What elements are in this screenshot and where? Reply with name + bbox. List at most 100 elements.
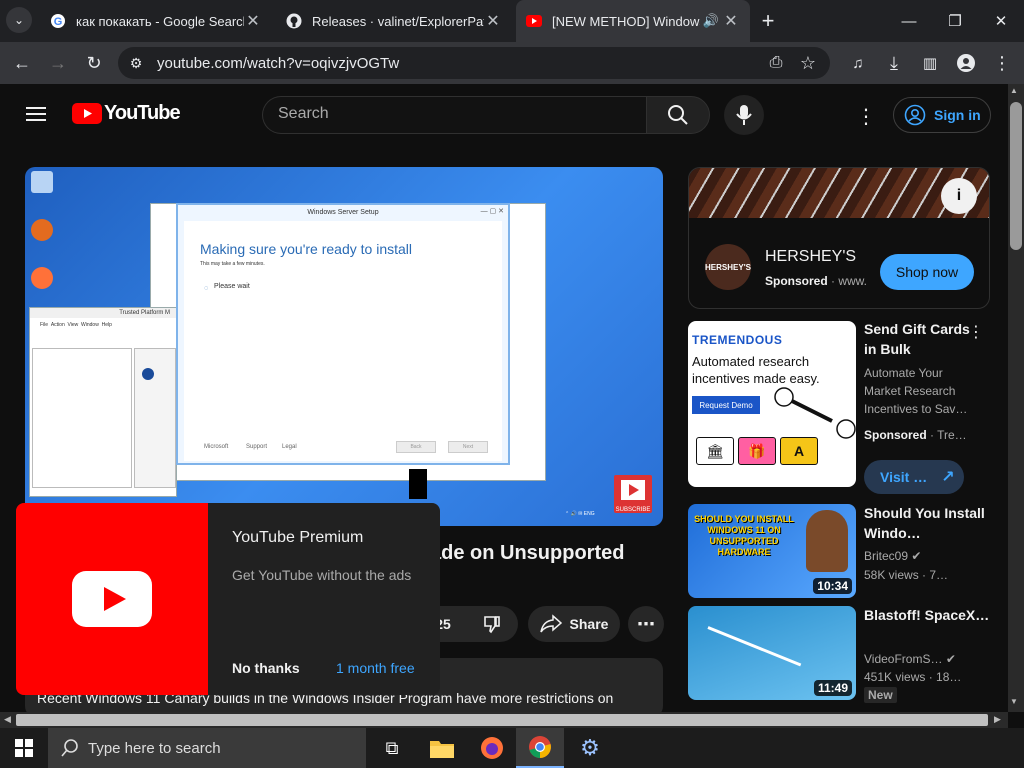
amazon-card-icon: A: [780, 437, 818, 465]
chrome-button-active[interactable]: [516, 728, 564, 768]
scroll-left-arrow-icon[interactable]: ◀: [4, 714, 11, 725]
setup-wait-text: Please wait: [214, 283, 250, 290]
free-trial-button[interactable]: 1 month free: [336, 660, 415, 676]
channel-name[interactable]: VideoFromS… ✔: [864, 650, 956, 668]
tab-google-search[interactable]: G как покакать - Google Search ✕: [40, 6, 272, 36]
tab-github-releases[interactable]: Releases · valinet/ExplorerPatch ✕: [276, 6, 512, 36]
setup-window-controls: — ▢ ✕: [480, 208, 504, 215]
advertiser-name: HERSHEY'S: [765, 248, 857, 265]
black-block: [409, 469, 427, 499]
microphone-icon: [736, 105, 752, 125]
hamburger-menu-icon[interactable]: [24, 102, 48, 126]
more-actions-button[interactable]: ⋯: [628, 606, 664, 642]
hershey-ad-card[interactable]: i HERSHEY'S HERSHEY'S Sponsored · www. S…: [688, 167, 990, 309]
channel-name-text: Britec09: [864, 549, 909, 563]
channel-name[interactable]: Britec09 ✔: [864, 547, 921, 565]
channel-name-text: VideoFromS…: [864, 652, 943, 666]
video-title[interactable]: Blastoff! SpaceX…: [864, 605, 994, 625]
close-tab-icon[interactable]: ✕: [244, 11, 262, 31]
settings-more-icon[interactable]: ⋮: [856, 104, 876, 128]
task-view-button[interactable]: ⧉: [368, 728, 416, 768]
tab-youtube-active[interactable]: [NEW METHOD] Windows I 🔊 ✕: [516, 0, 750, 42]
download-icon[interactable]: ⤓: [880, 49, 908, 77]
setup-footer-legal: Legal: [282, 444, 297, 450]
ad2-title[interactable]: Send Gift Cards in Bulk: [864, 319, 974, 359]
folder-icon: [430, 741, 454, 758]
share-label: Share: [569, 616, 609, 632]
view-count: 58K views: [864, 568, 919, 582]
tab-search-chevron-icon[interactable]: ⌄: [6, 7, 32, 33]
horizontal-scroll-thumb[interactable]: [16, 714, 988, 726]
ad2-menu-icon[interactable]: ⋮: [968, 322, 984, 342]
youtube-logo[interactable]: YouTube: [72, 102, 181, 125]
video-thumbnail[interactable]: 11:49: [688, 606, 856, 700]
svg-text:G: G: [54, 16, 63, 28]
video-duration: 11:49: [813, 680, 852, 696]
site-settings-icon[interactable]: ⚙: [122, 49, 150, 77]
close-tab-icon[interactable]: ✕: [484, 11, 502, 31]
dislike-button[interactable]: [466, 606, 518, 642]
vm-system-tray: ⌃ 🔊 ✉ ENG: [565, 511, 595, 517]
no-thanks-button[interactable]: No thanks: [232, 660, 300, 676]
view-count: 451K views: [864, 670, 926, 684]
recycle-bin-icon: [31, 171, 53, 193]
install-app-icon[interactable]: ⎙: [762, 49, 790, 77]
video-title[interactable]: Should You Install Windo…: [864, 503, 994, 543]
tremendous-ad-thumbnail[interactable]: TREMENDOUS Automated research incentives…: [688, 321, 856, 487]
task-view-icon: ⧉: [385, 737, 399, 758]
youtube-logo-text: YouTube: [104, 102, 181, 124]
spinner-icon: ◌: [204, 285, 209, 292]
search-button[interactable]: [646, 96, 710, 134]
new-tab-plus-icon[interactable]: +: [754, 7, 782, 35]
account-icon: [904, 104, 926, 126]
forward-arrow-icon[interactable]: →: [44, 49, 72, 77]
gear-icon: ⚙: [580, 735, 600, 760]
scroll-right-arrow-icon[interactable]: ▶: [994, 714, 1001, 725]
shop-now-button[interactable]: Shop now: [880, 254, 974, 290]
close-tab-icon[interactable]: ✕: [722, 11, 740, 31]
ad2-description: Automate Your Market Research Incentives…: [864, 366, 968, 416]
reload-icon[interactable]: ↻: [80, 49, 108, 77]
profile-icon[interactable]: [952, 49, 980, 77]
minimize-icon[interactable]: —: [886, 0, 932, 42]
firefox-desktop-icon: [31, 267, 53, 289]
voice-search-button[interactable]: [724, 95, 764, 135]
visit-button[interactable]: Visit … ↗: [864, 460, 964, 494]
sign-in-button[interactable]: Sign in: [893, 97, 991, 133]
tab-title: как покакать - Google Search: [76, 13, 244, 29]
vertical-scroll-thumb[interactable]: [1010, 102, 1022, 250]
rocket-trail: [707, 626, 802, 667]
sign-in-label: Sign in: [934, 107, 981, 123]
google-icon: G: [50, 13, 66, 29]
robot-arm-icon: [774, 387, 856, 439]
github-icon: [286, 13, 302, 29]
setup-dialog-body: Making sure you're ready to install This…: [184, 221, 502, 461]
video-stats: 58K views · 7…: [864, 568, 949, 582]
close-window-icon[interactable]: ✕: [978, 0, 1024, 42]
speaker-icon[interactable]: 🔊: [700, 13, 722, 29]
media-controls-icon[interactable]: ♫: [844, 49, 872, 77]
bookmark-star-icon[interactable]: ☆: [794, 49, 822, 77]
firefox-button[interactable]: [468, 728, 516, 768]
sponsored-label: Sponsored: [765, 274, 828, 288]
side-panel-icon[interactable]: ▥: [916, 49, 944, 77]
video-title: ade on Unsupported: [430, 542, 625, 564]
share-button[interactable]: Share: [528, 606, 620, 642]
url-text[interactable]: youtube.com/watch?v=oqivzjvOGTw: [157, 55, 399, 72]
settings-app-button[interactable]: ⚙: [566, 728, 614, 768]
taskbar-search-placeholder: Type here to search: [88, 740, 221, 757]
browser-menu-icon[interactable]: ⋮: [988, 49, 1016, 77]
verified-icon: ✔: [911, 549, 922, 563]
video-player[interactable]: Trusted Platform M File Action View Wind…: [25, 167, 663, 526]
file-explorer-button[interactable]: [418, 728, 466, 768]
scroll-down-arrow-icon[interactable]: ▼: [1010, 697, 1018, 706]
ad-info-icon[interactable]: i: [941, 178, 977, 214]
back-arrow-icon[interactable]: ←: [8, 49, 36, 77]
scroll-up-arrow-icon[interactable]: ▲: [1010, 86, 1018, 95]
video-thumbnail[interactable]: SHOULD YOU INSTALL WINDOWS 11 ON UNSUPPO…: [688, 504, 856, 598]
taskbar-search-icon: [60, 738, 80, 763]
restore-icon[interactable]: ❐: [932, 0, 978, 42]
start-button[interactable]: [0, 728, 48, 768]
ad2-sponsored-line: Sponsored · Tre…: [864, 428, 967, 442]
search-icon: [668, 105, 688, 125]
